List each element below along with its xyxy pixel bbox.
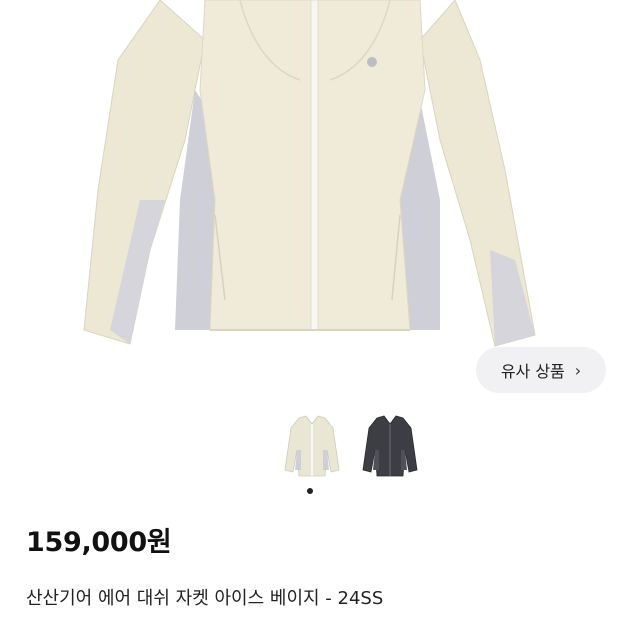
thumbnail-ivory[interactable] [277, 410, 347, 484]
similar-products-label: 유사 상품 [500, 362, 565, 381]
zipper [310, 0, 319, 331]
jacket-illustration [83, 0, 536, 347]
logo-mark [367, 57, 377, 67]
chevron-right-icon: › [574, 360, 582, 380]
product-hero-image[interactable]: 유사 상품 › [0, 0, 620, 405]
product-title: 산산기어 에어 대쉬 자켓 아이스 베이지 - 24SS [26, 588, 384, 609]
pagination-dot-active[interactable] [307, 488, 313, 494]
image-pagination [0, 488, 620, 496]
product-price: 159,000원 [26, 527, 172, 558]
thumbnail-black[interactable] [355, 410, 425, 484]
similar-products-button[interactable]: 유사 상품 › [476, 347, 606, 393]
color-thumbnails [0, 410, 620, 490]
